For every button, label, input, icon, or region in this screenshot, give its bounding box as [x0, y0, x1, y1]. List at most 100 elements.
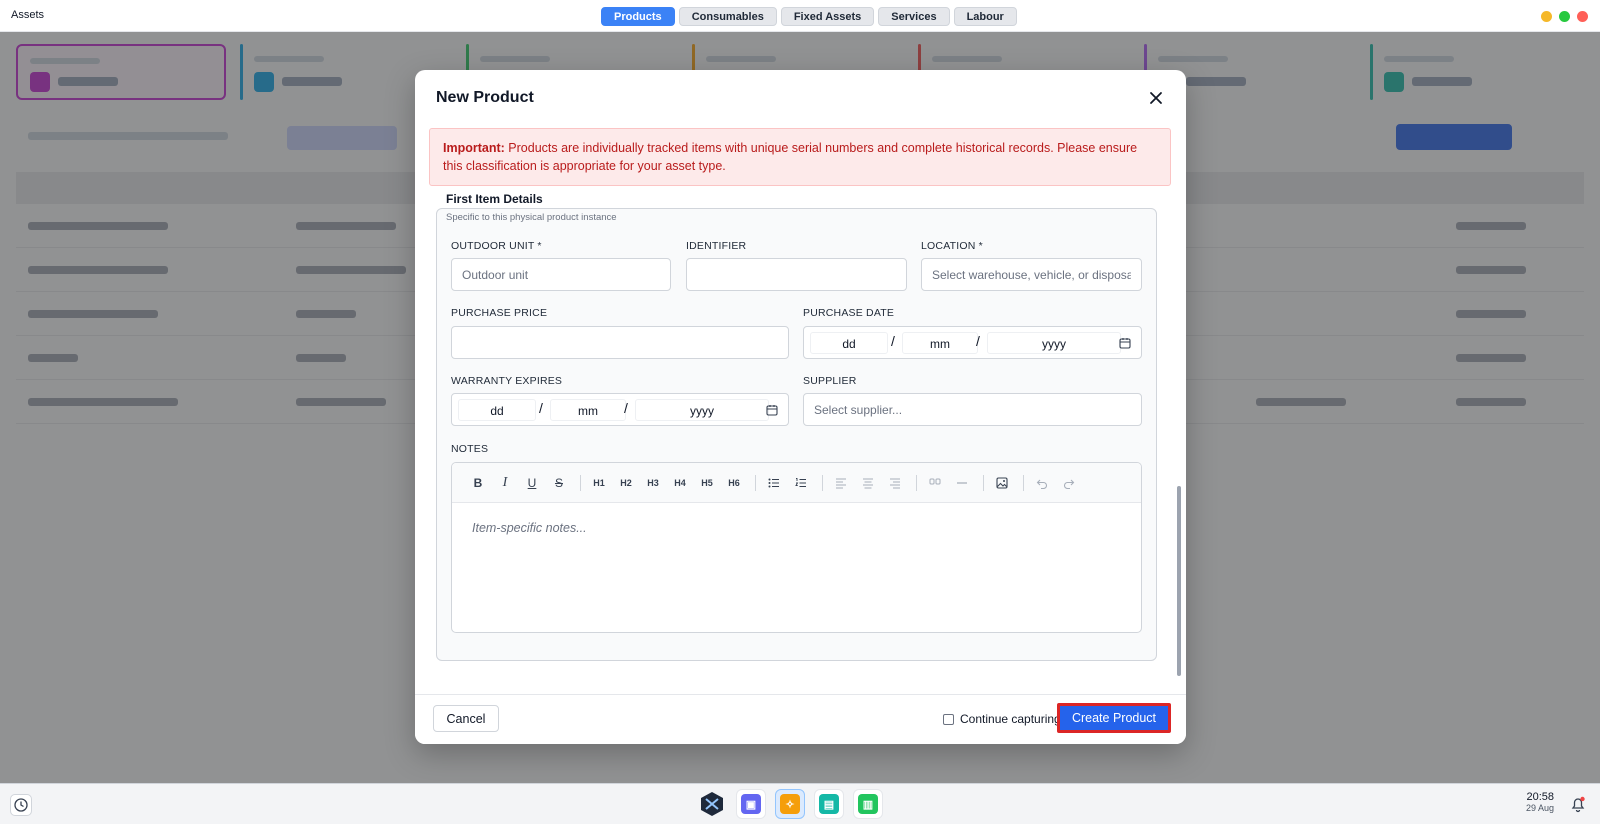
dialog-footer: Cancel Continue capturing Create Product: [415, 694, 1186, 744]
bell-icon: [1571, 796, 1585, 813]
identifier-input[interactable]: [686, 258, 907, 291]
align-right-button[interactable]: [885, 473, 905, 493]
app-logo-icon: [701, 792, 723, 816]
notes-placeholder[interactable]: Item-specific notes...: [472, 521, 587, 535]
tab-services[interactable]: Services: [878, 7, 950, 26]
undo-button[interactable]: [1032, 473, 1052, 493]
tab-products[interactable]: Products: [601, 7, 675, 26]
align-left-icon: [836, 478, 846, 489]
clock-time: 20:58: [1526, 791, 1554, 803]
strikethrough-button[interactable]: S: [549, 473, 569, 493]
alert-strong: Important:: [443, 141, 505, 155]
bullet-list-icon: [768, 478, 779, 488]
continue-capturing-label[interactable]: Continue capturing: [960, 712, 1061, 726]
assets-app-icon: ✧: [780, 794, 800, 814]
warranty-month[interactable]: mm: [550, 399, 626, 421]
warranty-year[interactable]: yyyy: [635, 399, 769, 421]
location-label: LOCATION *: [921, 240, 983, 252]
outdoor-unit-input[interactable]: [451, 258, 671, 291]
heading-4-button[interactable]: H4: [670, 473, 690, 493]
location-select[interactable]: [921, 258, 1142, 291]
supplier-select[interactable]: [803, 393, 1142, 426]
system-clock[interactable]: 20:58 29 Aug: [1520, 791, 1554, 813]
important-alert: Important: Products are individually tra…: [429, 128, 1171, 186]
align-center-button[interactable]: [858, 473, 878, 493]
section-legend: First Item Details: [439, 192, 550, 206]
calendar-icon[interactable]: [1119, 337, 1131, 349]
undo-icon: [1036, 479, 1047, 490]
app-logo-button[interactable]: [697, 789, 727, 819]
cancel-button[interactable]: Cancel: [433, 705, 499, 732]
assets-app-button[interactable]: ✧: [775, 789, 805, 819]
window-controls: [1541, 11, 1588, 22]
new-product-dialog: New Product Important: Products are indi…: [415, 70, 1186, 744]
clipboard-app-button[interactable]: ▥: [853, 789, 883, 819]
tab-consumables[interactable]: Consumables: [678, 7, 777, 26]
tab-labour[interactable]: Labour: [953, 7, 1017, 26]
redo-button[interactable]: [1059, 473, 1079, 493]
top-bar: Assets Products Consumables Fixed Assets…: [0, 0, 1600, 32]
italic-button[interactable]: I: [495, 473, 515, 493]
history-button[interactable]: [10, 794, 32, 816]
underline-button[interactable]: U: [522, 473, 542, 493]
purchase-date-month[interactable]: mm: [902, 332, 978, 354]
heading-2-button[interactable]: H2: [616, 473, 636, 493]
section-subtitle: Specific to this physical product instan…: [446, 212, 617, 223]
identifier-label: IDENTIFIER: [686, 240, 747, 252]
toolbar-divider: [755, 475, 756, 491]
tab-fixed-assets[interactable]: Fixed Assets: [780, 7, 875, 26]
purchase-price-input[interactable]: [451, 326, 789, 359]
outdoor-unit-label: OUTDOOR UNIT *: [451, 240, 542, 252]
purchase-date-input[interactable]: dd / mm / yyyy: [803, 326, 1142, 359]
dialog-title: New Product: [436, 89, 534, 106]
dialog-scrollbar[interactable]: [1177, 196, 1181, 680]
align-left-button[interactable]: [831, 473, 851, 493]
bullet-list-button[interactable]: [764, 473, 784, 493]
warranty-expires-input[interactable]: dd / mm / yyyy: [451, 393, 789, 426]
clipboard-app-icon: ▥: [858, 794, 878, 814]
bold-button[interactable]: B: [468, 473, 488, 493]
continue-capturing-checkbox[interactable]: [943, 713, 954, 725]
horizontal-rule-button[interactable]: [952, 473, 972, 493]
redo-icon: [1064, 479, 1075, 490]
contacts-app-button[interactable]: ▣: [736, 789, 766, 819]
heading-5-button[interactable]: H5: [697, 473, 717, 493]
clock-icon: [14, 798, 28, 812]
horizontal-rule-icon: [957, 482, 967, 484]
close-dialog-button[interactable]: [1146, 88, 1166, 108]
insert-image-button[interactable]: [992, 473, 1012, 493]
heading-6-button[interactable]: H6: [724, 473, 744, 493]
supplier-label: SUPPLIER: [803, 375, 857, 387]
warranty-expires-label: WARRANTY EXPIRES: [451, 375, 563, 387]
close-window-button[interactable]: [1577, 11, 1588, 22]
editor-toolbar: B I U S H1 H2 H3 H4 H5 H6: [452, 463, 1141, 503]
blockquote-button[interactable]: [925, 473, 945, 493]
clock-date: 29 Aug: [1525, 803, 1554, 813]
dialog-header: New Product: [415, 70, 1186, 126]
toolbar-divider: [822, 475, 823, 491]
close-icon: [1150, 92, 1162, 104]
scrollbar-thumb[interactable]: [1177, 486, 1181, 676]
notifications-button[interactable]: [1568, 794, 1588, 814]
ordered-list-button[interactable]: [791, 473, 811, 493]
alert-text: Products are individually tracked items …: [443, 141, 1138, 173]
heading-3-button[interactable]: H3: [643, 473, 663, 493]
maximize-button[interactable]: [1559, 11, 1570, 22]
category-tabs: Products Consumables Fixed Assets Servic…: [601, 7, 1017, 26]
sheets-app-button[interactable]: ▤: [814, 789, 844, 819]
continue-capturing-option[interactable]: Continue capturing: [943, 712, 1061, 726]
purchase-date-year[interactable]: yyyy: [987, 332, 1121, 354]
warranty-day[interactable]: dd: [458, 399, 536, 421]
purchase-date-day[interactable]: dd: [810, 332, 888, 354]
toolbar-divider: [983, 475, 984, 491]
heading-1-button[interactable]: H1: [589, 473, 609, 493]
toolbar-divider: [580, 475, 581, 491]
create-product-button[interactable]: Create Product: [1057, 703, 1171, 733]
calendar-icon[interactable]: [766, 404, 778, 416]
notes-editor: B I U S H1 H2 H3 H4 H5 H6 Item-specific …: [451, 462, 1142, 633]
image-icon: [996, 477, 1008, 489]
minimize-button[interactable]: [1541, 11, 1552, 22]
notes-label: NOTES: [451, 443, 489, 455]
align-center-icon: [863, 478, 873, 489]
section-title: First Item Details: [446, 192, 543, 206]
